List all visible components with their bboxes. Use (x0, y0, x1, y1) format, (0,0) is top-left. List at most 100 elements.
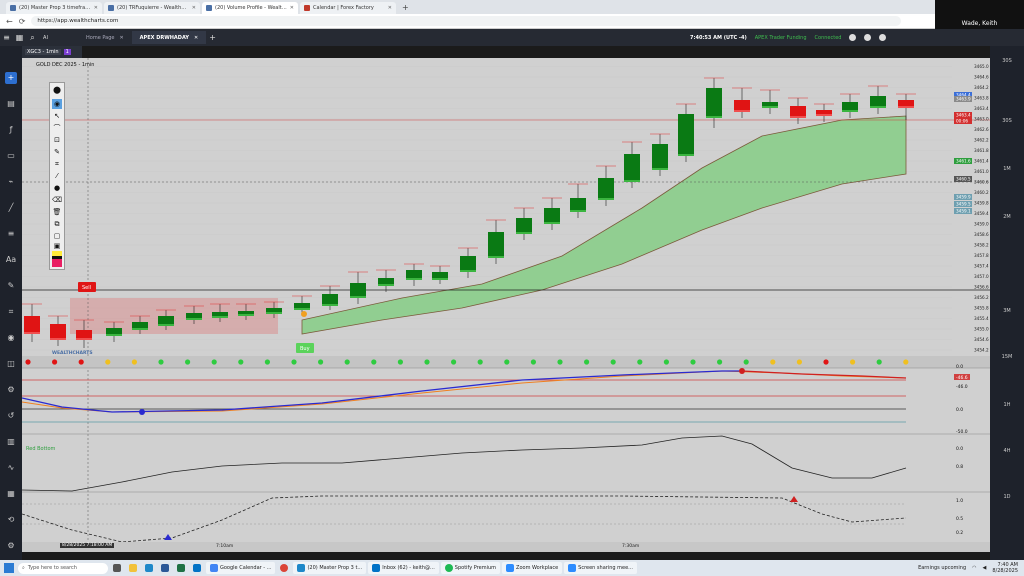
indicator-4[interactable]: 1.0 0.5 0.2 (22, 495, 963, 543)
taskbar-app-spotify[interactable]: Spotify Premium (440, 562, 501, 574)
browser-tab-4[interactable]: Calendar | Forex Factory ✕ (300, 2, 396, 14)
taskbar-search[interactable]: ⌕ Type here to search (18, 562, 108, 574)
reload-icon[interactable]: ⟳ (19, 17, 26, 26)
taskbar-app-inbox[interactable]: Inbox (62) - keith@... (368, 562, 439, 574)
timeframe-item[interactable]: 30S (990, 58, 1024, 64)
eye-icon[interactable]: ◉ (5, 332, 17, 344)
wifi-icon[interactable]: ◠ (972, 565, 976, 571)
url-input[interactable]: https://app.wealthcharts.com (31, 16, 902, 26)
tab-apex[interactable]: APEX DRWHADAY ✕ (131, 31, 207, 44)
sell-signal[interactable]: Sell (78, 282, 96, 292)
copy-icon[interactable]: ⧉ (52, 219, 62, 229)
camera-icon[interactable]: ▣ (52, 241, 62, 251)
timeframe-item[interactable]: 1H (990, 402, 1024, 408)
weather-text[interactable]: Earnings upcoming (918, 565, 966, 571)
close-icon[interactable]: ✕ (94, 5, 98, 11)
wave-icon[interactable]: ∿ (5, 462, 17, 474)
timeframe-item[interactable]: 1D (990, 494, 1024, 500)
close-icon[interactable]: ✕ (119, 35, 123, 41)
close-icon[interactable]: ✕ (194, 35, 198, 41)
account-text[interactable]: APEX Trader Funding (755, 35, 807, 41)
close-icon[interactable]: ✕ (192, 5, 196, 11)
browser-tab-1[interactable]: (20) Master Prop 3 timeframes -✕ (6, 2, 102, 14)
settings-icon[interactable]: ⚙ (5, 540, 17, 552)
taskbar-app-screen-share[interactable]: Screen sharing mee... (564, 562, 637, 574)
dot-icon[interactable]: ● (52, 183, 62, 193)
add-icon[interactable]: + (5, 72, 17, 84)
word-icon[interactable] (158, 562, 172, 574)
explorer-icon[interactable] (126, 562, 140, 574)
trash-icon[interactable]: 🗑 (52, 207, 62, 217)
back-icon[interactable]: ← (6, 17, 13, 26)
indicator-3[interactable]: Red Bottom 0.0 0.8 (22, 435, 963, 492)
volume-icon[interactable]: ◀ (983, 565, 987, 571)
taskbar-app-master-prop[interactable]: (20) Master Prop 3 t... (293, 562, 367, 574)
stats-icon[interactable]: ▥ (5, 436, 17, 448)
eye-icon[interactable]: ◉ (52, 99, 62, 109)
price-axis[interactable]: 3465.0 3464.6 3464.2 3463.8 3463.4 3463.0 3462… (974, 64, 989, 353)
chart-canvas[interactable]: GOLD DEC 2025 - 1min Sell Buy WEALTHCHAR… (22, 58, 990, 548)
grid-icon[interactable]: ▦ (13, 33, 26, 42)
symbol-text[interactable]: XGC3 - 1min (25, 49, 61, 55)
chart-area[interactable]: GOLD DEC 2025 - 1min Sell Buy WEALTHCHAR… (22, 58, 990, 548)
timeframe-item[interactable]: 1M (990, 166, 1024, 172)
fib-icon[interactable]: ≡ (5, 228, 17, 240)
add-tab-icon[interactable]: + (206, 33, 219, 42)
browser-tab-2[interactable]: (20) TRFuquierre - WealthCharts✕ (104, 2, 200, 14)
excel-icon[interactable] (174, 562, 188, 574)
windows-start-icon[interactable] (4, 563, 14, 573)
replay-icon[interactable]: ↺ (5, 410, 17, 422)
timeframe-item[interactable]: 15M (990, 354, 1024, 360)
lock-icon[interactable]: ⊡ (52, 135, 62, 145)
timeframe-item[interactable]: 2M (990, 214, 1024, 220)
grid-icon[interactable]: ▦ (5, 488, 17, 500)
chrome-icon[interactable] (277, 562, 291, 574)
indicator-icon[interactable]: ƒ (5, 124, 17, 136)
ruler-icon[interactable]: ⌗ (52, 159, 62, 169)
browser-tab-3[interactable]: (20) Volume Profile - WealthCha ✕ (202, 2, 298, 14)
chart-type-icon[interactable]: ▤ (5, 98, 17, 110)
timeframe-item[interactable]: 30S (990, 118, 1024, 124)
symbol-box[interactable]: XGC3 - 1min 1 (22, 46, 82, 58)
close-icon[interactable]: ✕ (290, 5, 294, 11)
taskbar-app-zoom[interactable]: Zoom Workplace (502, 562, 563, 574)
template-icon[interactable]: ▢ (52, 231, 62, 241)
text-tool-icon[interactable]: Aa (5, 254, 17, 266)
timeframe-item[interactable]: 4H (990, 448, 1024, 454)
tab-home-page[interactable]: Home Page ✕ (78, 31, 132, 44)
color-picker-icon[interactable] (52, 251, 62, 267)
layers-icon[interactable]: ◫ (5, 358, 17, 370)
time-axis[interactable]: 8/28/2025 7:18:00 AM 7:10am 7:30am (22, 542, 990, 552)
close-icon[interactable]: ✕ (388, 5, 392, 11)
pencil-icon[interactable]: ✎ (5, 280, 17, 292)
trend-icon[interactable]: ⌁ (5, 176, 17, 188)
line-tool-icon[interactable]: ╱ (5, 202, 17, 214)
taskbar-app-calendar[interactable]: Google Calendar - ... (206, 562, 276, 574)
cursor-icon[interactable]: ↖ (52, 111, 62, 121)
timeframe-item[interactable]: 3M (990, 308, 1024, 314)
menu-icon[interactable]: ≡ (0, 33, 13, 42)
ai-icon[interactable]: AI (39, 35, 52, 41)
search-icon[interactable]: ⌕ (26, 33, 39, 43)
buy-signal[interactable]: Buy (296, 343, 314, 353)
indicator-2[interactable]: 0.0 -46.6 -46.0 0.0 -50.0 (22, 364, 970, 435)
candle-body (570, 198, 586, 212)
ruler-icon[interactable]: ⌗ (5, 306, 17, 318)
bell-icon[interactable] (864, 34, 872, 41)
user-icon[interactable] (879, 34, 887, 41)
gear-icon[interactable]: ⚙ (5, 384, 17, 396)
magnet-icon[interactable]: ⌒ (52, 123, 62, 133)
brush-icon[interactable]: ⁄ (52, 171, 62, 181)
pencil-icon[interactable]: ✎ (52, 147, 62, 157)
edge-icon[interactable] (142, 562, 156, 574)
layout-icon[interactable]: ▭ (5, 150, 17, 162)
eraser-icon[interactable]: ⌫ (52, 195, 62, 205)
pin-icon[interactable]: ⬤ (52, 85, 62, 95)
outlook-icon[interactable] (190, 562, 204, 574)
settings-icon[interactable] (849, 34, 857, 41)
taskbar-clock[interactable]: 7:40 AM 8/28/2025 (992, 562, 1018, 574)
new-tab-button[interactable]: + (398, 2, 413, 14)
sync-icon[interactable]: ⟲ (5, 514, 17, 526)
taskview-icon[interactable] (110, 562, 124, 574)
candle-body (488, 232, 504, 258)
